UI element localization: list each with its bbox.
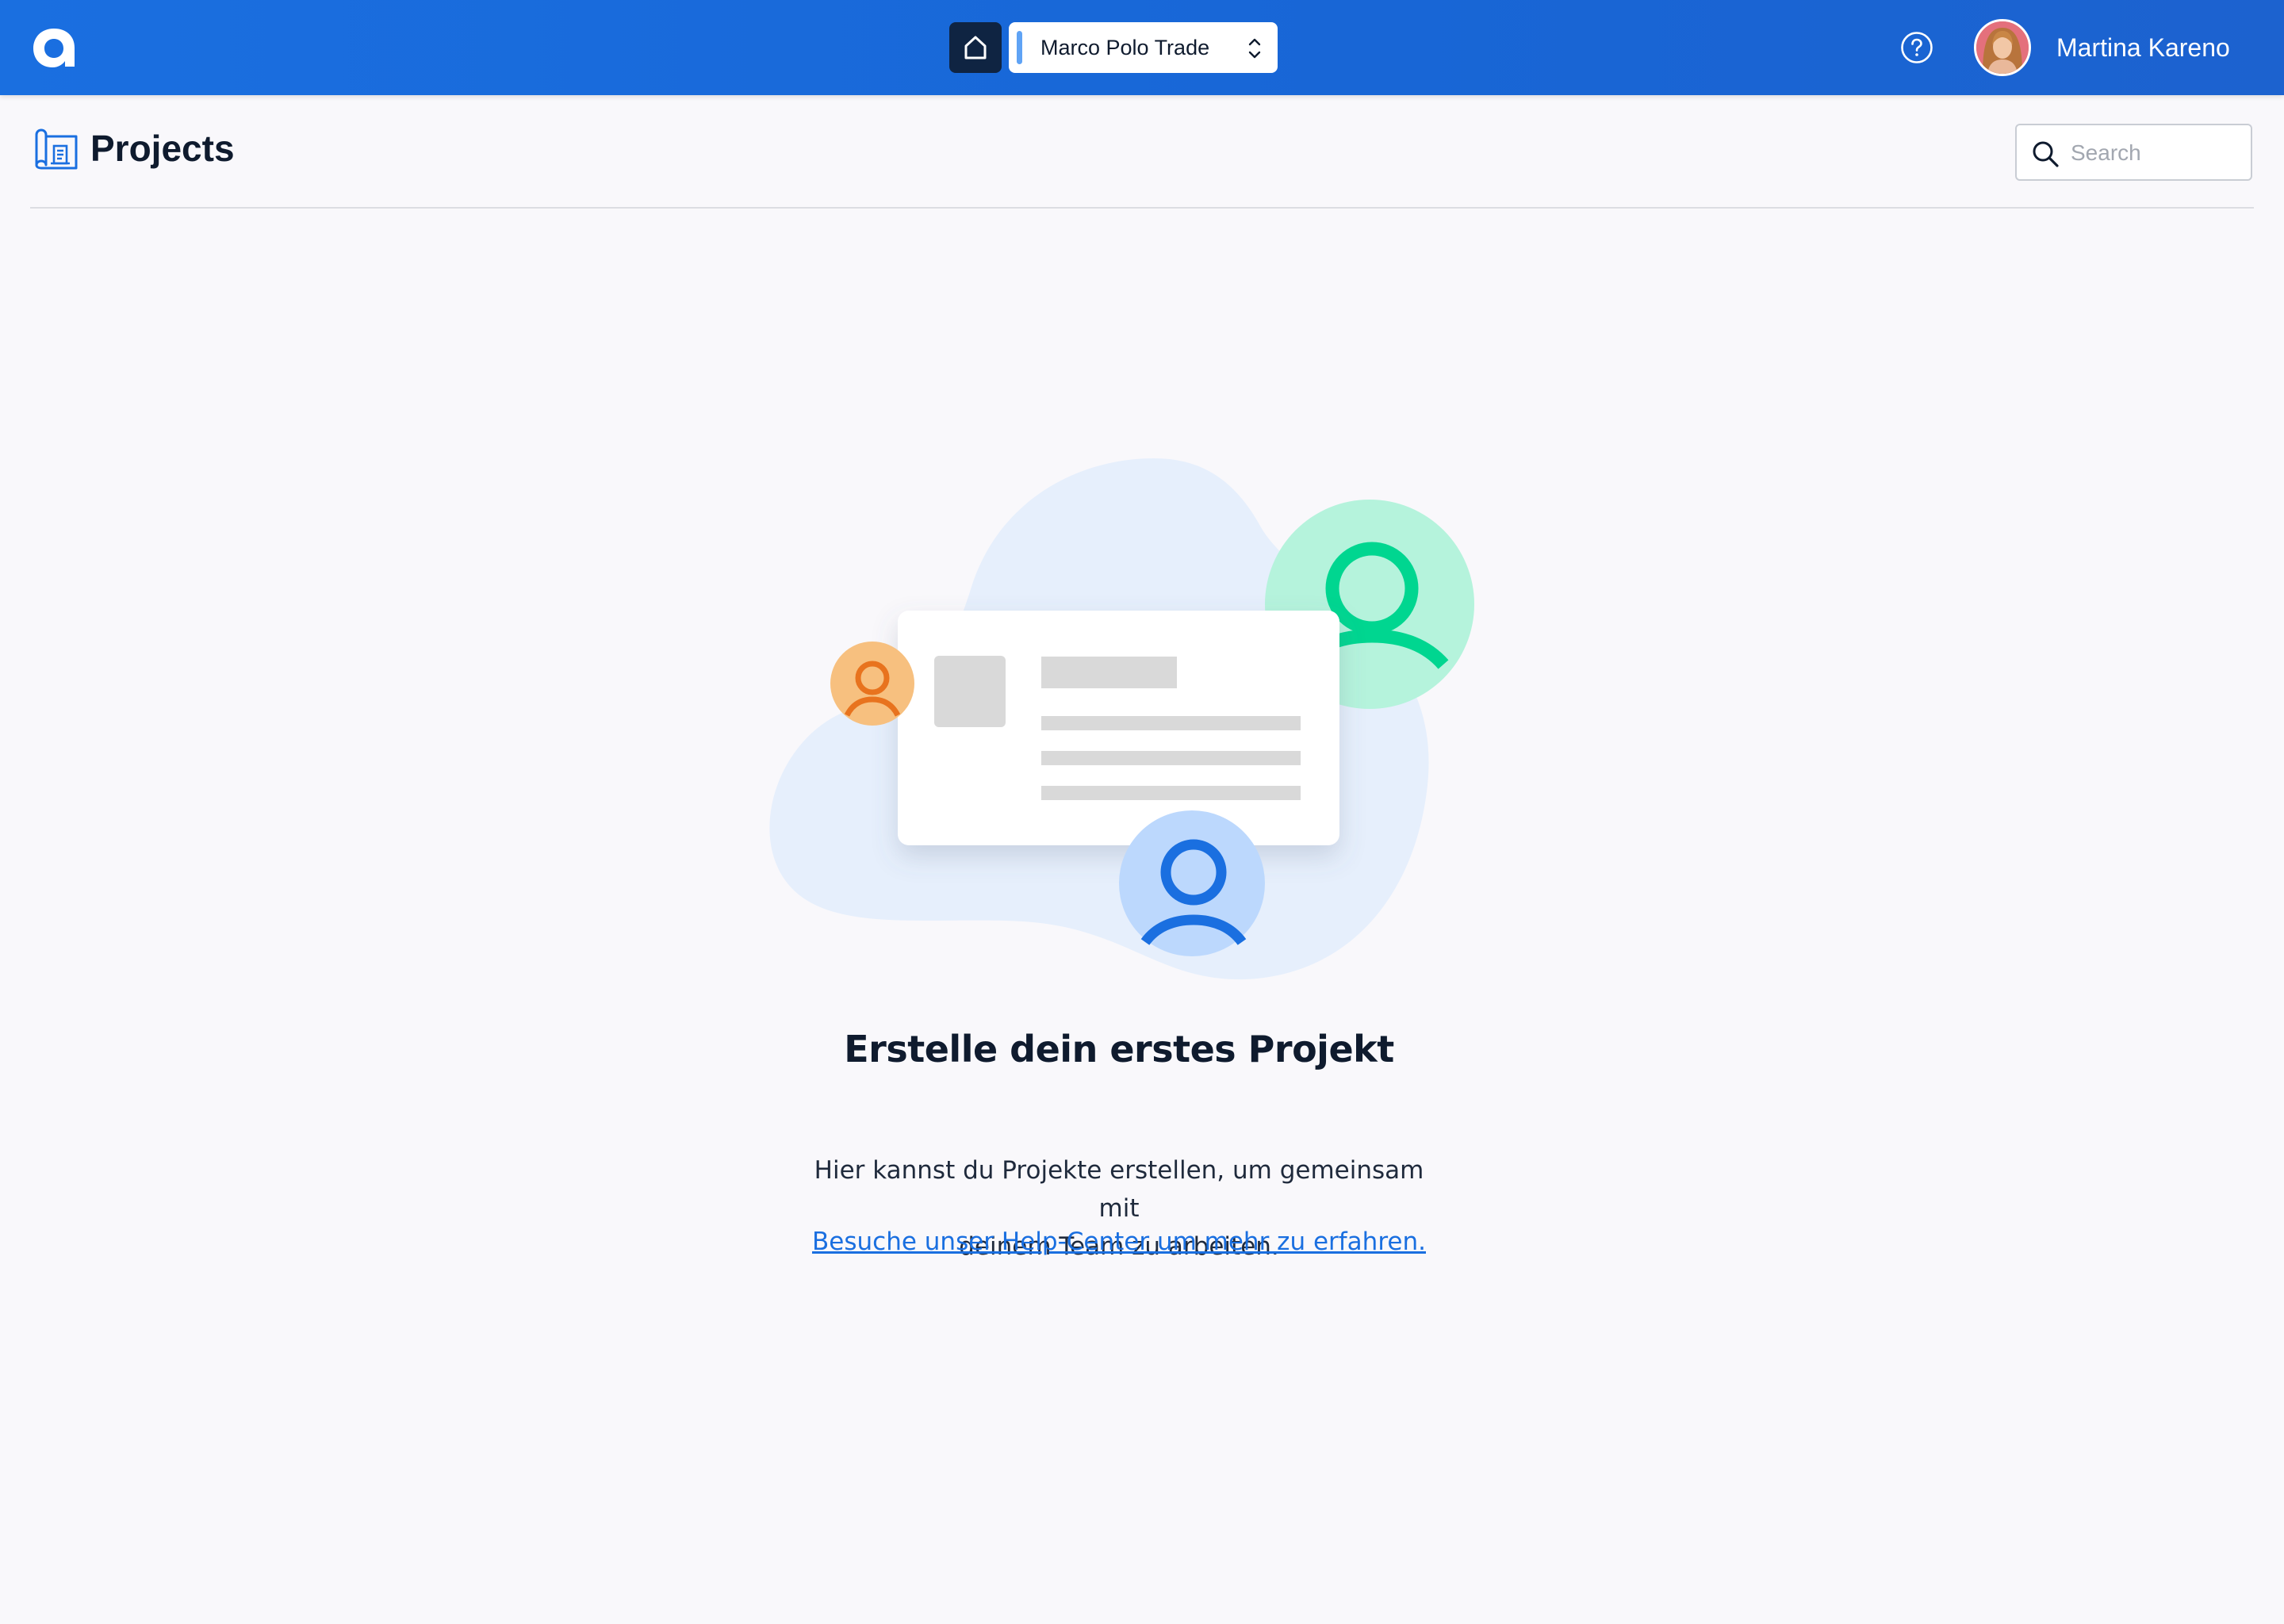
card-title-placeholder <box>1041 657 1177 688</box>
card-line-placeholder <box>1041 751 1301 765</box>
page-title: Projects <box>90 128 235 169</box>
empty-state-illustration <box>769 458 1474 980</box>
home-icon <box>964 36 987 59</box>
chevron-updown-icon <box>1248 38 1261 59</box>
user-name[interactable]: Martina Kareno <box>2056 33 2230 63</box>
search-icon <box>2033 141 2059 167</box>
organization-select[interactable]: Marco Polo Trade <box>1009 22 1278 73</box>
help-center-link-row: Besuche unser Help-Center um mehr zu erf… <box>0 1228 2238 1256</box>
help-center-link[interactable]: Besuche unser Help-Center um mehr zu erf… <box>812 1228 1426 1256</box>
empty-state-title: Erstelle dein erstes Projekt <box>844 1028 1394 1071</box>
card-line-placeholder <box>1041 786 1301 800</box>
user-avatar[interactable] <box>1974 19 2031 76</box>
empty-state-description-line: Hier kannst du Projekte erstellen, um ge… <box>814 1156 1424 1223</box>
top-bar: Marco Polo Trade Martina Kareno <box>0 0 2284 95</box>
home-button[interactable] <box>949 22 1002 73</box>
organization-name: Marco Polo Trade <box>1040 36 1210 59</box>
search-input[interactable] <box>2071 136 2245 170</box>
card-line-placeholder <box>1041 716 1301 730</box>
avatar-image <box>1976 21 2029 74</box>
search-box[interactable] <box>2015 124 2252 181</box>
organization-color-marker <box>1017 31 1022 64</box>
card-image-placeholder <box>934 656 1006 727</box>
projects-icon <box>35 128 78 170</box>
user-avatar-orange-icon <box>830 642 914 726</box>
user-avatar-blue-icon <box>1119 810 1265 956</box>
header-divider <box>30 207 2254 209</box>
app-logo[interactable] <box>30 24 78 71</box>
help-icon[interactable] <box>1899 30 1934 65</box>
